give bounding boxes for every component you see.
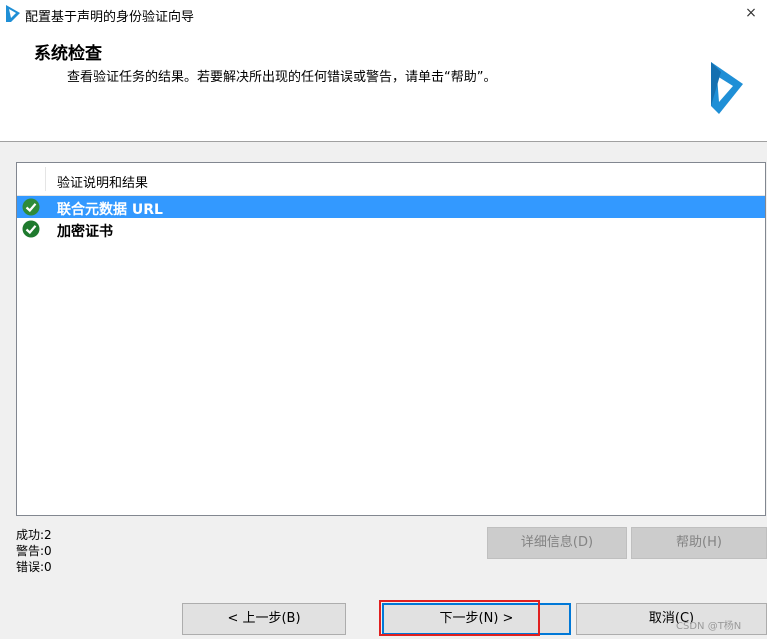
list-item-label: 加密证书 xyxy=(57,224,113,240)
page-subtitle: 查看验证任务的结果。若要解决所出现的任何错误或警告，请单击“帮助”。 xyxy=(67,70,497,85)
window-title: 配置基于声明的身份验证向导 xyxy=(25,10,195,25)
highlight-outline xyxy=(379,600,540,636)
watermark: CSDN @T杨N xyxy=(676,621,742,632)
help-button[interactable]: 帮助(H) xyxy=(631,527,767,559)
back-button[interactable]: < 上一步(B) xyxy=(182,603,346,635)
validation-results-list[interactable]: 验证说明和结果 联合元数据 URL 加密证书 xyxy=(16,162,766,516)
warning-count: 警告:0 xyxy=(16,544,52,558)
success-count: 成功:2 xyxy=(16,528,52,542)
title-bar: 配置基于声明的身份验证向导 × xyxy=(0,0,767,28)
dynamics-logo-icon xyxy=(711,62,743,114)
header-separator xyxy=(0,141,767,142)
column-divider xyxy=(45,167,46,191)
close-button[interactable]: × xyxy=(739,2,763,24)
list-item-label: 联合元数据 URL xyxy=(57,202,163,218)
page-title: 系统检查 xyxy=(34,44,102,64)
success-check-icon xyxy=(22,220,40,238)
list-item[interactable]: 加密证书 xyxy=(17,218,765,240)
list-item[interactable]: 联合元数据 URL xyxy=(17,196,765,218)
success-check-icon xyxy=(22,198,40,216)
list-column-header[interactable]: 验证说明和结果 xyxy=(17,163,765,196)
wizard-header: 系统检查 查看验证任务的结果。若要解决所出现的任何错误或警告，请单击“帮助”。 xyxy=(0,28,767,142)
column-header-label: 验证说明和结果 xyxy=(57,176,149,191)
details-button[interactable]: 详细信息(D) xyxy=(487,527,627,559)
validation-summary: 成功:2 警告:0 错误:0 xyxy=(16,527,52,575)
error-count: 错误:0 xyxy=(16,560,52,574)
app-logo-icon xyxy=(6,5,20,22)
